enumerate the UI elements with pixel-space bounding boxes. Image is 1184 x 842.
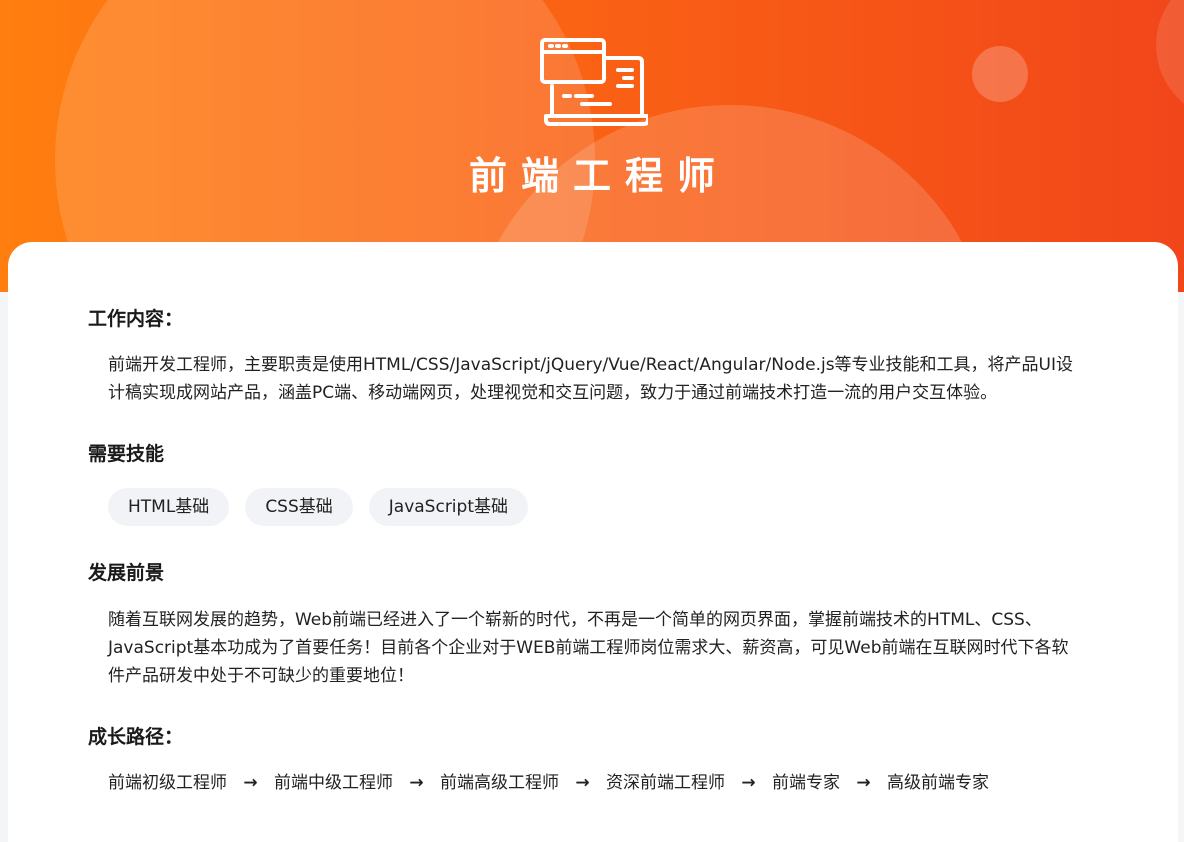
work-content-line: 前端开发工程师，主要职责是使用HTML/CSS/JavaScript/jQuer…: [108, 355, 1074, 375]
content-card: 工作内容： 前端开发工程师，主要职责是使用HTML/CSS/JavaScript…: [8, 242, 1178, 842]
path-step: 高级前端专家: [887, 773, 989, 793]
work-content-heading: 工作内容：: [88, 308, 184, 330]
work-content-text: 前端开发工程师，主要职责是使用HTML/CSS/JavaScript/jQuer…: [108, 351, 1108, 407]
arrow-right-icon: →: [575, 773, 590, 793]
arrow-right-icon: →: [856, 773, 871, 793]
path-step: 前端初级工程师: [108, 773, 227, 793]
skills-heading: 需要技能: [88, 443, 165, 465]
prospect-line: JavaScript基本功成为了首要任务！目前各个企业对于WEB前端工程师岗位需…: [108, 638, 1069, 658]
skill-tag-html: HTML基础: [108, 488, 230, 526]
work-content-line: 计稿实现成网站产品，涵盖PC端、移动端网页，处理视觉和交互问题，致力于通过前端技…: [108, 383, 998, 403]
arrow-right-icon: →: [243, 773, 258, 793]
skill-tag-javascript: JavaScript基础: [368, 488, 528, 526]
skill-tag-css: CSS基础: [245, 488, 353, 526]
path-step: 前端中级工程师: [274, 773, 393, 793]
prospect-text: 随着互联网发展的趋势，Web前端已经进入了一个崭新的时代，不再是一个简单的网页界…: [108, 606, 1108, 690]
page-title: 前端工程师: [468, 154, 729, 198]
growth-path-heading: 成长路径：: [88, 726, 184, 748]
path-step: 资深前端工程师: [606, 773, 725, 793]
prospect-line: 件产品研发中处于不可缺少的重要地位！: [108, 666, 414, 686]
path-step: 前端专家: [772, 773, 840, 793]
prospect-line: 随着互联网发展的趋势，Web前端已经进入了一个崭新的时代，不再是一个简单的网页界…: [108, 610, 1042, 630]
skill-tags: HTML基础 CSS基础 JavaScript基础: [108, 488, 528, 526]
arrow-right-icon: →: [409, 773, 424, 793]
decorative-circle: [972, 46, 1028, 102]
prospect-heading: 发展前景: [88, 562, 165, 584]
path-step: 前端高级工程师: [440, 773, 559, 793]
code-window-icon: [540, 38, 648, 126]
decorative-circle: [1156, 0, 1184, 120]
arrow-right-icon: →: [741, 773, 756, 793]
growth-path: 前端初级工程师 → 前端中级工程师 → 前端高级工程师 → 资深前端工程师 → …: [108, 769, 989, 797]
